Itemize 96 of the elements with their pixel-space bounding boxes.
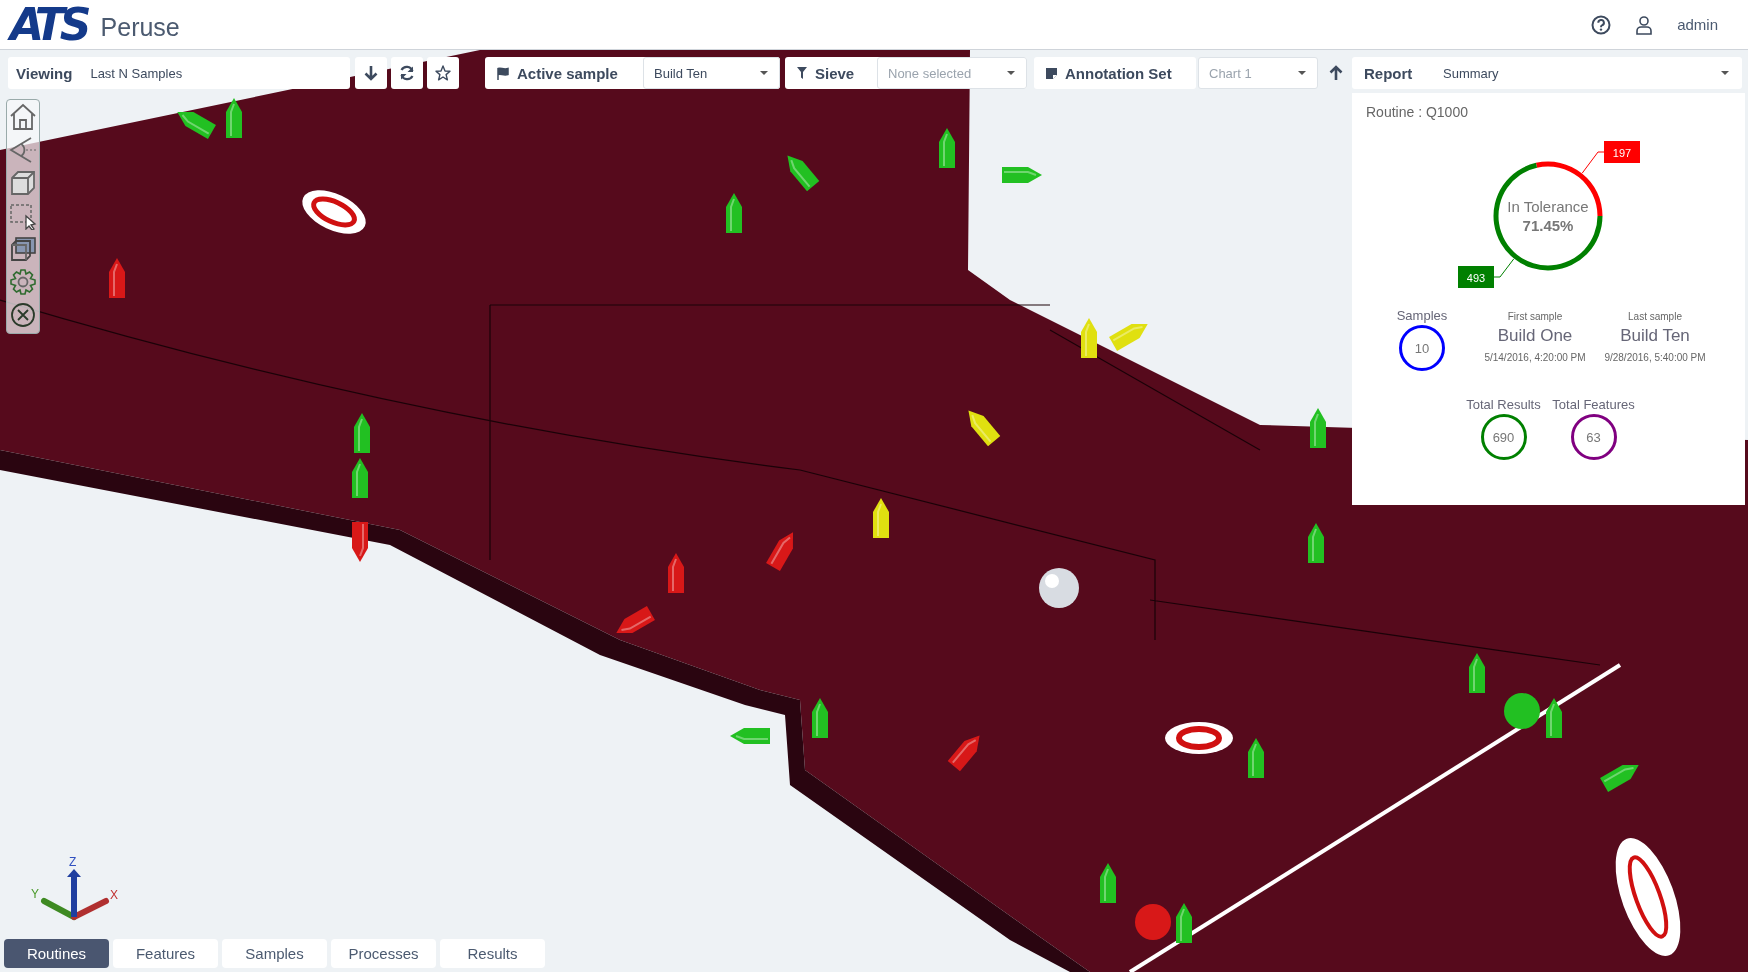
favorite-button[interactable]: [427, 57, 459, 89]
sieve-label: Sieve: [815, 64, 855, 82]
cone-marker[interactable]: [726, 193, 742, 233]
cone-marker[interactable]: [1308, 523, 1324, 563]
report-value: Summary: [1443, 65, 1500, 81]
caret-icon: [1297, 70, 1307, 76]
center-value: 71.45%: [1522, 217, 1574, 234]
center-label: In Tolerance: [1507, 198, 1589, 215]
download-button[interactable]: [355, 57, 387, 89]
home-icon[interactable]: [9, 103, 37, 131]
close-icon[interactable]: [9, 301, 37, 329]
refresh-button[interactable]: [391, 57, 423, 89]
caret-icon: [1006, 70, 1016, 76]
cone-marker[interactable]: [1469, 653, 1485, 693]
cone-marker[interactable]: [352, 458, 368, 498]
tab[interactable]: Routines: [4, 939, 109, 968]
report-label: Report: [1364, 64, 1414, 82]
routine-title: Routine : Q1000: [1366, 104, 1468, 120]
settings-icon[interactable]: [9, 268, 37, 296]
active-sample-dropdown[interactable]: Build Ten: [643, 57, 780, 89]
sphere-marker[interactable]: [1135, 904, 1171, 940]
cone-marker[interactable]: [787, 155, 820, 192]
cone-marker[interactable]: [616, 606, 655, 633]
data-label: 493: [1466, 271, 1486, 284]
cone-marker[interactable]: [1176, 903, 1192, 943]
leader-line: [1581, 151, 1605, 174]
data-label: 197: [1604, 141, 1640, 163]
refresh-icon: [399, 65, 415, 81]
help-icon[interactable]: [1591, 14, 1612, 35]
cone-marker[interactable]: [1109, 324, 1148, 351]
active-sample-label: Active sample: [517, 64, 618, 82]
tab[interactable]: Results: [440, 939, 545, 968]
cone-marker[interactable]: [109, 258, 125, 298]
filter-icon: [797, 67, 807, 79]
tab[interactable]: Features: [113, 939, 218, 968]
x-axis-label: X: [110, 888, 118, 902]
caret-icon: [1720, 70, 1730, 76]
cone-marker[interactable]: [730, 728, 770, 744]
viewing-label: Viewing: [16, 64, 73, 82]
cone-marker[interactable]: [1100, 863, 1116, 903]
cone-marker[interactable]: [873, 498, 889, 538]
cone-marker[interactable]: [766, 532, 793, 571]
username[interactable]: admin: [1677, 16, 1718, 33]
leader-line: [1493, 258, 1515, 278]
axis-triad-drawing: [41, 869, 109, 920]
box-stack-icon[interactable]: [9, 235, 37, 263]
cone-marker[interactable]: [1546, 698, 1562, 738]
first-sample-date: 5/14/2016, 4:20:00 PM: [1484, 352, 1586, 363]
cone-marker[interactable]: [1081, 318, 1097, 358]
data-label: 493: [1458, 266, 1494, 288]
cone-marker[interactable]: [1002, 167, 1042, 183]
app-title: Peruse: [100, 13, 180, 42]
cube-icon[interactable]: [9, 169, 37, 197]
user-icon[interactable]: [1635, 14, 1654, 35]
viewing-value: Last N Samples: [90, 65, 183, 81]
z-axis-label: Z: [69, 855, 77, 869]
cone-marker[interactable]: [352, 522, 368, 562]
annotation-set-label: Annotation Set: [1065, 64, 1172, 82]
cone-marker[interactable]: [968, 410, 1001, 447]
total-label: Total Results: [1466, 397, 1541, 412]
samples-count: 10: [1399, 325, 1445, 371]
tab[interactable]: Processes: [331, 939, 436, 968]
cone-marker[interactable]: [1600, 765, 1639, 792]
total-label: Total Features: [1552, 397, 1635, 412]
total-count: 63: [1570, 414, 1617, 460]
caret-icon: [759, 70, 769, 76]
samples-label: Samples: [1396, 308, 1448, 323]
flag-icon: [497, 66, 509, 80]
note-icon: [1046, 67, 1057, 79]
cone-marker[interactable]: [354, 413, 370, 453]
sphere-marker[interactable]: [1039, 568, 1079, 608]
last-sample-name: Build Ten: [1620, 326, 1690, 346]
eye-icon[interactable]: [9, 136, 37, 164]
report-selector[interactable]: Report Summary: [1352, 57, 1742, 89]
first-sample-name: Build One: [1497, 326, 1573, 346]
arrow-down-icon: [364, 65, 378, 81]
total-count: 690: [1480, 414, 1527, 460]
last-sample-date: 9/28/2016, 5:40:00 PM: [1604, 352, 1706, 363]
cone-marker[interactable]: [668, 553, 684, 593]
cone-marker[interactable]: [812, 698, 828, 738]
cone-marker[interactable]: [1248, 738, 1264, 778]
data-label: 197: [1612, 146, 1632, 159]
part-model-drawing[interactable]: [0, 50, 1748, 972]
y-axis-label: Y: [31, 887, 39, 901]
cone-marker[interactable]: [1310, 408, 1326, 448]
cone-marker[interactable]: [226, 98, 242, 138]
last-sample-caption: Last sample: [1628, 311, 1682, 322]
sphere-marker[interactable]: [1504, 693, 1540, 729]
selection-icon[interactable]: [9, 202, 37, 230]
cone-marker[interactable]: [177, 112, 216, 139]
tab[interactable]: Samples: [222, 939, 327, 968]
cone-marker[interactable]: [939, 128, 955, 168]
cone-marker[interactable]: [947, 735, 980, 772]
arrow-up-icon: [1329, 65, 1343, 81]
first-sample-caption: First sample: [1507, 311, 1563, 322]
star-icon: [435, 65, 451, 81]
